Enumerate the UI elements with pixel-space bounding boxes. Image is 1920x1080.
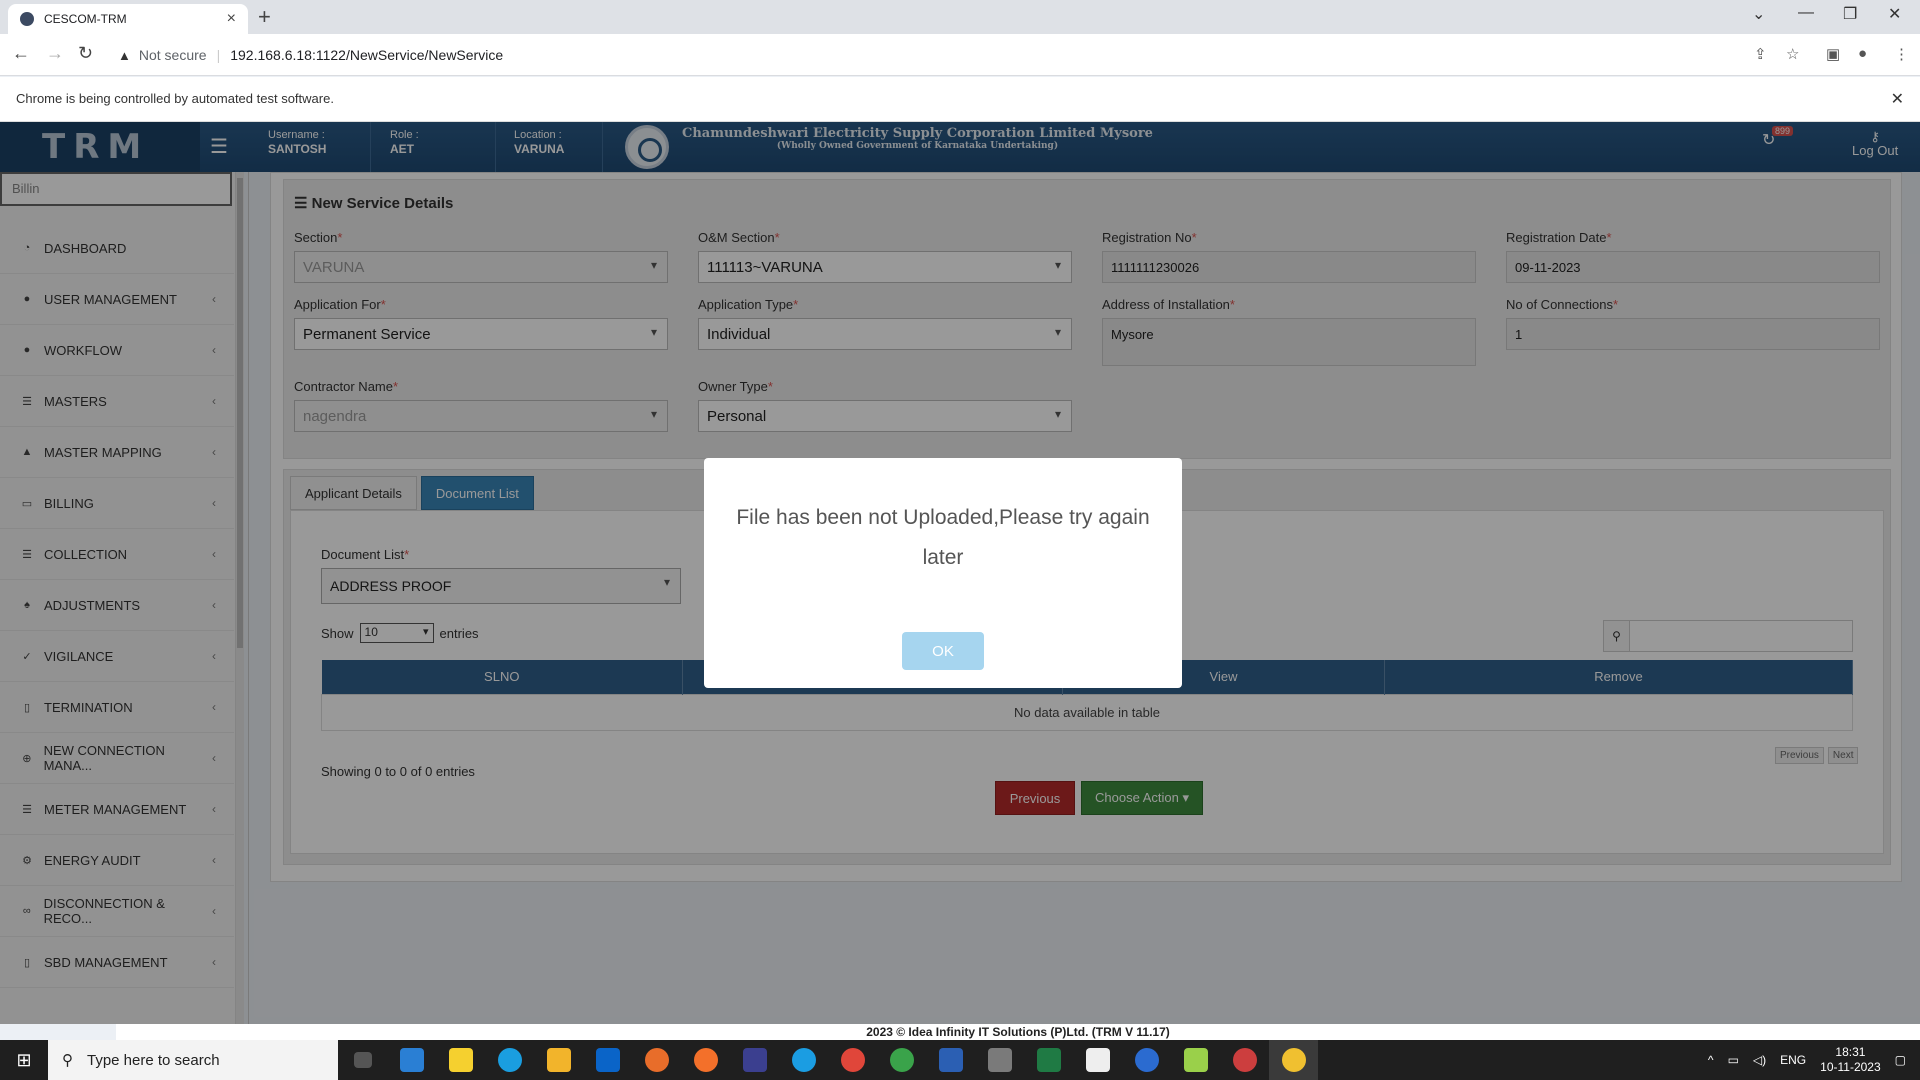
network-icon[interactable]: ▭: [1728, 1053, 1739, 1067]
tab-title: CESCOM-TRM: [44, 12, 127, 26]
close-banner-icon[interactable]: ✕: [1891, 89, 1904, 109]
profile-icon[interactable]: ●: [1858, 45, 1867, 62]
reload-icon[interactable]: ↻: [78, 43, 93, 64]
favicon-icon: [20, 12, 34, 26]
excel-icon[interactable]: [1024, 1040, 1073, 1080]
app-icon[interactable]: [1220, 1040, 1269, 1080]
notifications-icon[interactable]: ▢: [1895, 1053, 1906, 1067]
alert-dialog: File has been not Uploaded,Please try ag…: [704, 458, 1182, 688]
new-tab-icon[interactable]: +: [258, 4, 271, 30]
share-icon[interactable]: ⇪: [1754, 45, 1767, 63]
clock-time: 18:31: [1835, 1045, 1866, 1059]
close-window-icon[interactable]: ✕: [1888, 4, 1901, 24]
alert-message: File has been not Uploaded,Please try ag…: [736, 506, 1150, 569]
url-separator: |: [216, 47, 221, 63]
word-icon[interactable]: [926, 1040, 975, 1080]
footer: 2023 © Idea Infinity IT Solutions (P)Ltd…: [116, 1024, 1920, 1040]
paint-icon[interactable]: [632, 1040, 681, 1080]
chrome-icon[interactable]: [877, 1040, 926, 1080]
minimize-icon[interactable]: —: [1798, 4, 1814, 22]
app-icon[interactable]: [1073, 1040, 1122, 1080]
clock-date: 10-11-2023: [1820, 1060, 1881, 1074]
side-panel-icon[interactable]: ▣: [1826, 45, 1840, 63]
outlook-icon[interactable]: [583, 1040, 632, 1080]
automation-text: Chrome is being controlled by automated …: [16, 91, 334, 106]
app-icon[interactable]: [1122, 1040, 1171, 1080]
app-icon[interactable]: [681, 1040, 730, 1080]
url-text: 192.168.6.18:1122/NewService/NewService: [230, 47, 504, 63]
file-explorer-icon[interactable]: [534, 1040, 583, 1080]
close-tab-icon[interactable]: ×: [227, 10, 236, 28]
restore-icon[interactable]: ❐: [1843, 4, 1857, 24]
app-icon[interactable]: [387, 1040, 436, 1080]
app-icon[interactable]: [730, 1040, 779, 1080]
browser-tab-strip: CESCOM-TRM × + ⌄ — ❐ ✕: [0, 0, 1920, 34]
search-icon: ⚲: [62, 1052, 73, 1069]
taskbar-search[interactable]: ⚲ Type here to search: [48, 1040, 338, 1080]
windows-start-icon[interactable]: ⊞: [0, 1040, 48, 1080]
menu-dots-icon[interactable]: ⋮: [1894, 45, 1909, 63]
chrome-icon[interactable]: [828, 1040, 877, 1080]
edge-icon[interactable]: [779, 1040, 828, 1080]
app-icon[interactable]: [1171, 1040, 1220, 1080]
browser-tab[interactable]: CESCOM-TRM ×: [8, 4, 248, 34]
warning-icon: ▲: [118, 47, 131, 63]
skype-icon[interactable]: [485, 1040, 534, 1080]
url-field[interactable]: ▲ Not secure | 192.168.6.18:1122/NewServ…: [110, 39, 1770, 71]
back-icon[interactable]: ←: [12, 43, 30, 64]
system-tray: ^ ▭ ◁) ENG 18:31 10-11-2023 ▢: [1708, 1045, 1920, 1075]
address-bar: ← → ↻ ▲ Not secure | 192.168.6.18:1122/N…: [0, 34, 1920, 76]
tab-search-icon[interactable]: ⌄: [1752, 4, 1765, 24]
taskbar-search-placeholder: Type here to search: [87, 1051, 220, 1069]
volume-icon[interactable]: ◁): [1753, 1053, 1766, 1067]
sticky-notes-icon[interactable]: [436, 1040, 485, 1080]
task-view-icon[interactable]: [338, 1040, 387, 1080]
ok-button[interactable]: OK: [902, 632, 984, 670]
calculator-icon[interactable]: [975, 1040, 1024, 1080]
tray-chevron-icon[interactable]: ^: [1708, 1053, 1714, 1067]
bookmark-star-icon[interactable]: ☆: [1786, 45, 1799, 63]
windows-taskbar: ⊞ ⚲ Type here to search ^ ▭ ◁) ENG 18:31…: [0, 1040, 1920, 1080]
language-indicator[interactable]: ENG: [1780, 1053, 1806, 1067]
not-secure-label: Not secure: [138, 47, 207, 63]
chrome-icon[interactable]: [1269, 1040, 1318, 1080]
automation-banner: Chrome is being controlled by automated …: [0, 77, 1920, 122]
forward-icon[interactable]: →: [46, 43, 64, 64]
clock[interactable]: 18:31 10-11-2023: [1820, 1045, 1881, 1075]
